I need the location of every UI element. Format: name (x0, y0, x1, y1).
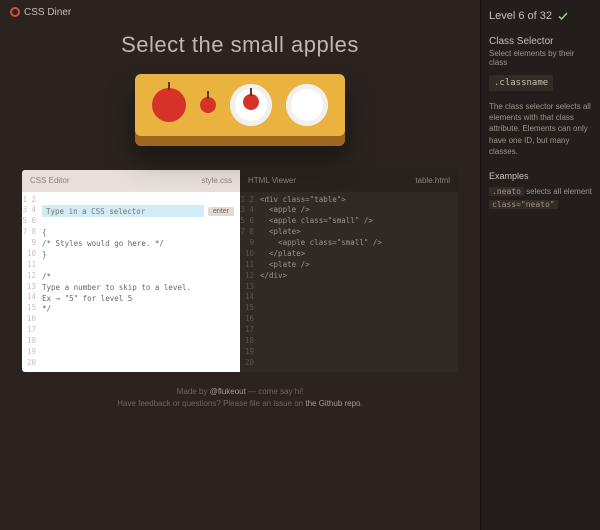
css-body-text: { /* Styles would go here. */ } /* Type … (42, 228, 191, 313)
footer-text: . (361, 399, 363, 408)
logo-icon (10, 7, 20, 17)
app-title: CSS Diner (24, 7, 71, 18)
plate[interactable] (230, 84, 272, 126)
plate[interactable] (286, 84, 328, 126)
footer-text: — come say hi! (246, 387, 303, 396)
editor-area: CSS Editor style.css 1 2 3 4 5 6 7 8 9 1… (22, 170, 458, 372)
css-editor-title: CSS Editor (30, 175, 70, 187)
apple-small[interactable] (200, 97, 216, 113)
game-table (135, 74, 345, 136)
css-editor-file: style.css (201, 175, 232, 187)
example-line: class="neato" (489, 200, 592, 209)
example-token: class="neato" (489, 200, 558, 209)
level-indicator[interactable]: Level 6 of 32 (489, 10, 592, 22)
check-icon (557, 10, 569, 22)
level-instruction: Select the small apples (22, 32, 458, 58)
app-logo[interactable]: CSS Diner (10, 7, 71, 18)
github-link[interactable]: the Github repo (305, 399, 360, 408)
page-footer: Made by @flukeout — come say hi! Have fe… (22, 386, 458, 412)
selector-description: The class selector selects all elements … (489, 101, 592, 157)
selector-title: Class Selector (489, 36, 592, 47)
help-sidebar: Level 6 of 32 Class Selector Select elem… (480, 0, 600, 530)
examples-list: .neato selects all elements with class="n… (489, 187, 592, 209)
html-viewer-file: table.html (415, 175, 450, 187)
apple[interactable] (152, 88, 186, 122)
footer-text: Have feedback or questions? Please file … (117, 399, 305, 408)
line-numbers: 1 2 3 4 5 6 7 8 9 10 11 12 13 14 15 16 1… (22, 192, 40, 372)
examples-heading: Examples (489, 171, 592, 181)
author-link[interactable]: @flukeout (210, 387, 246, 396)
enter-button[interactable]: enter (208, 207, 234, 216)
syntax-token: .classname (489, 75, 553, 91)
example-line: .neato selects all elements with (489, 187, 592, 196)
html-viewer-title: HTML Viewer (248, 175, 296, 187)
example-token: .neato (489, 187, 524, 196)
footer-text: Made by (177, 387, 210, 396)
level-text: Level 6 of 32 (489, 10, 552, 22)
selector-input[interactable] (42, 205, 204, 217)
css-editor-pane: CSS Editor style.css 1 2 3 4 5 6 7 8 9 1… (22, 170, 240, 372)
line-numbers: 1 2 3 4 5 6 7 8 9 10 11 12 13 14 15 16 1… (240, 192, 258, 372)
html-viewer-pane: HTML Viewer table.html 1 2 3 4 5 6 7 8 9… (240, 170, 458, 372)
selector-subtitle: Select elements by their class (489, 49, 592, 67)
html-markup-text: <div class="table"> <apple /> <apple cla… (258, 192, 458, 372)
apple-small[interactable] (243, 94, 259, 110)
